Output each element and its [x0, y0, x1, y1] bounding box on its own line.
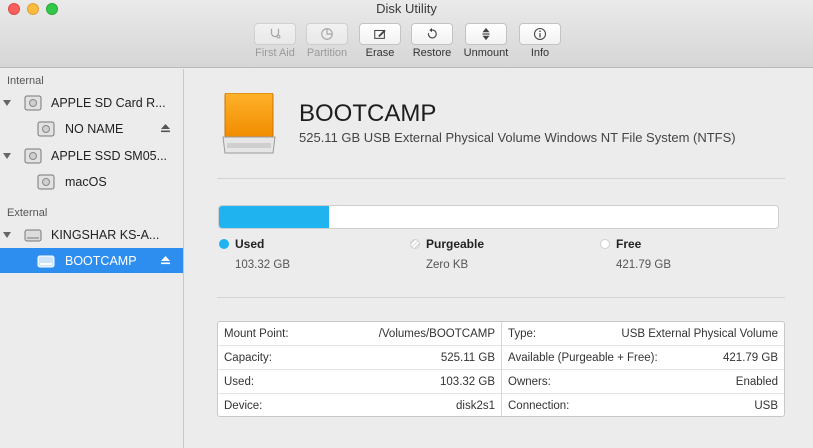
sidebar-section-external: External	[7, 207, 48, 219]
volume-name: BOOTCAMP	[299, 100, 437, 127]
window-toolbar: Disk Utility First Aid Partition Erase R…	[0, 0, 813, 68]
divider	[217, 297, 785, 298]
info-row-used: Used: 103.32 GB	[218, 370, 501, 394]
info-value: 103.32 GB	[440, 376, 495, 388]
sidebar-item-kingshar[interactable]: KINGSHAR KS-A...	[0, 222, 183, 247]
legend-value: Zero KB	[426, 259, 469, 271]
info-key: Capacity:	[224, 352, 272, 364]
free-swatch	[600, 239, 610, 249]
purgeable-swatch	[410, 239, 420, 249]
info-row-mount-point: Mount Point: /Volumes/BOOTCAMP	[218, 322, 501, 346]
info-row-capacity: Capacity: 525.11 GB	[218, 346, 501, 370]
info-key: Connection:	[508, 400, 570, 412]
stethoscope-icon	[270, 28, 281, 39]
info-column-left: Mount Point: /Volumes/BOOTCAMP Capacity:…	[218, 322, 502, 416]
eject-icon[interactable]	[160, 123, 171, 134]
info-key: Used:	[224, 376, 255, 388]
sidebar-item-macos[interactable]: macOS	[0, 169, 183, 194]
info-value: USB	[754, 400, 778, 412]
unmount-icon	[482, 27, 490, 41]
legend-value: 421.79 GB	[616, 259, 671, 271]
divider	[217, 178, 785, 179]
disclosure-triangle-icon[interactable]	[2, 230, 12, 240]
eject-icon[interactable]	[160, 255, 171, 266]
disclosure-triangle-icon[interactable]	[2, 98, 12, 108]
sidebar-section-internal: Internal	[7, 75, 44, 87]
info-button[interactable]: Info	[505, 23, 575, 59]
info-row-connection: Connection: USB	[502, 394, 784, 418]
volume-description: 525.11 GB USB External Physical Volume W…	[299, 130, 736, 145]
sidebar-item-apple-sd-card[interactable]: APPLE SD Card R...	[0, 90, 183, 115]
info-key: Owners:	[508, 376, 551, 388]
sidebar-item-label: macOS	[65, 174, 107, 189]
restore-icon	[427, 27, 437, 39]
sidebar-item-no-name[interactable]: NO NAME	[0, 116, 183, 141]
info-key: Device:	[224, 400, 263, 412]
info-column-right: Type: USB External Physical Volume Avail…	[502, 322, 784, 416]
internal-disk-icon	[24, 148, 42, 163]
used-swatch	[219, 239, 229, 249]
info-label: Info	[530, 47, 550, 59]
sidebar-item-label: BOOTCAMP	[65, 253, 137, 268]
info-key: Mount Point:	[224, 328, 289, 340]
legend-title: Purgeable	[426, 237, 485, 251]
info-value: USB External Physical Volume	[621, 328, 778, 340]
sidebar-item-label: APPLE SD Card R...	[51, 95, 166, 110]
info-row-type: Type: USB External Physical Volume	[502, 322, 784, 346]
info-row-available: Available (Purgeable + Free): 421.79 GB	[502, 346, 784, 370]
sidebar-item-apple-ssd[interactable]: APPLE SSD SM05...	[0, 143, 183, 168]
sidebar-item-label: NO NAME	[65, 121, 124, 136]
orange-drive-icon	[222, 93, 276, 154]
info-row-device: Device: disk2s1	[218, 394, 501, 418]
legend-title: Used	[235, 237, 265, 251]
window-title: Disk Utility	[376, 1, 437, 16]
sidebar-item-label: APPLE SSD SM05...	[51, 148, 168, 163]
usage-bar-used-segment	[219, 206, 329, 228]
info-icon	[533, 27, 547, 41]
info-value: Enabled	[735, 376, 778, 388]
sidebar-item-bootcamp[interactable]: BOOTCAMP	[0, 248, 183, 273]
internal-volume-icon	[37, 174, 55, 189]
pie-chart-icon	[321, 28, 333, 40]
info-row-owners: Owners: Enabled	[502, 370, 784, 394]
external-volume-icon	[37, 255, 55, 267]
external-disk-icon	[24, 229, 42, 241]
info-value: /Volumes/BOOTCAMP	[378, 328, 495, 340]
sidebar-item-label: KINGSHAR KS-A...	[51, 227, 160, 242]
info-value: 525.11 GB	[440, 352, 495, 364]
sidebar: Internal APPLE SD Card R... NO NAME APPL…	[0, 69, 184, 448]
info-key: Type:	[508, 328, 537, 340]
info-key: Available (Purgeable + Free):	[508, 352, 658, 364]
volume-detail-panel: BOOTCAMP 525.11 GB USB External Physical…	[185, 69, 813, 448]
usage-bar	[218, 205, 779, 229]
erase-icon	[374, 29, 386, 39]
legend-value: 103.32 GB	[235, 259, 290, 271]
info-table: Mount Point: /Volumes/BOOTCAMP Capacity:…	[217, 321, 785, 417]
disclosure-triangle-icon[interactable]	[2, 151, 12, 161]
info-value: 421.79 GB	[723, 352, 778, 364]
internal-disk-icon	[24, 95, 42, 110]
internal-volume-icon	[37, 121, 55, 136]
info-value: disk2s1	[456, 400, 495, 412]
legend-title: Free	[616, 237, 642, 251]
